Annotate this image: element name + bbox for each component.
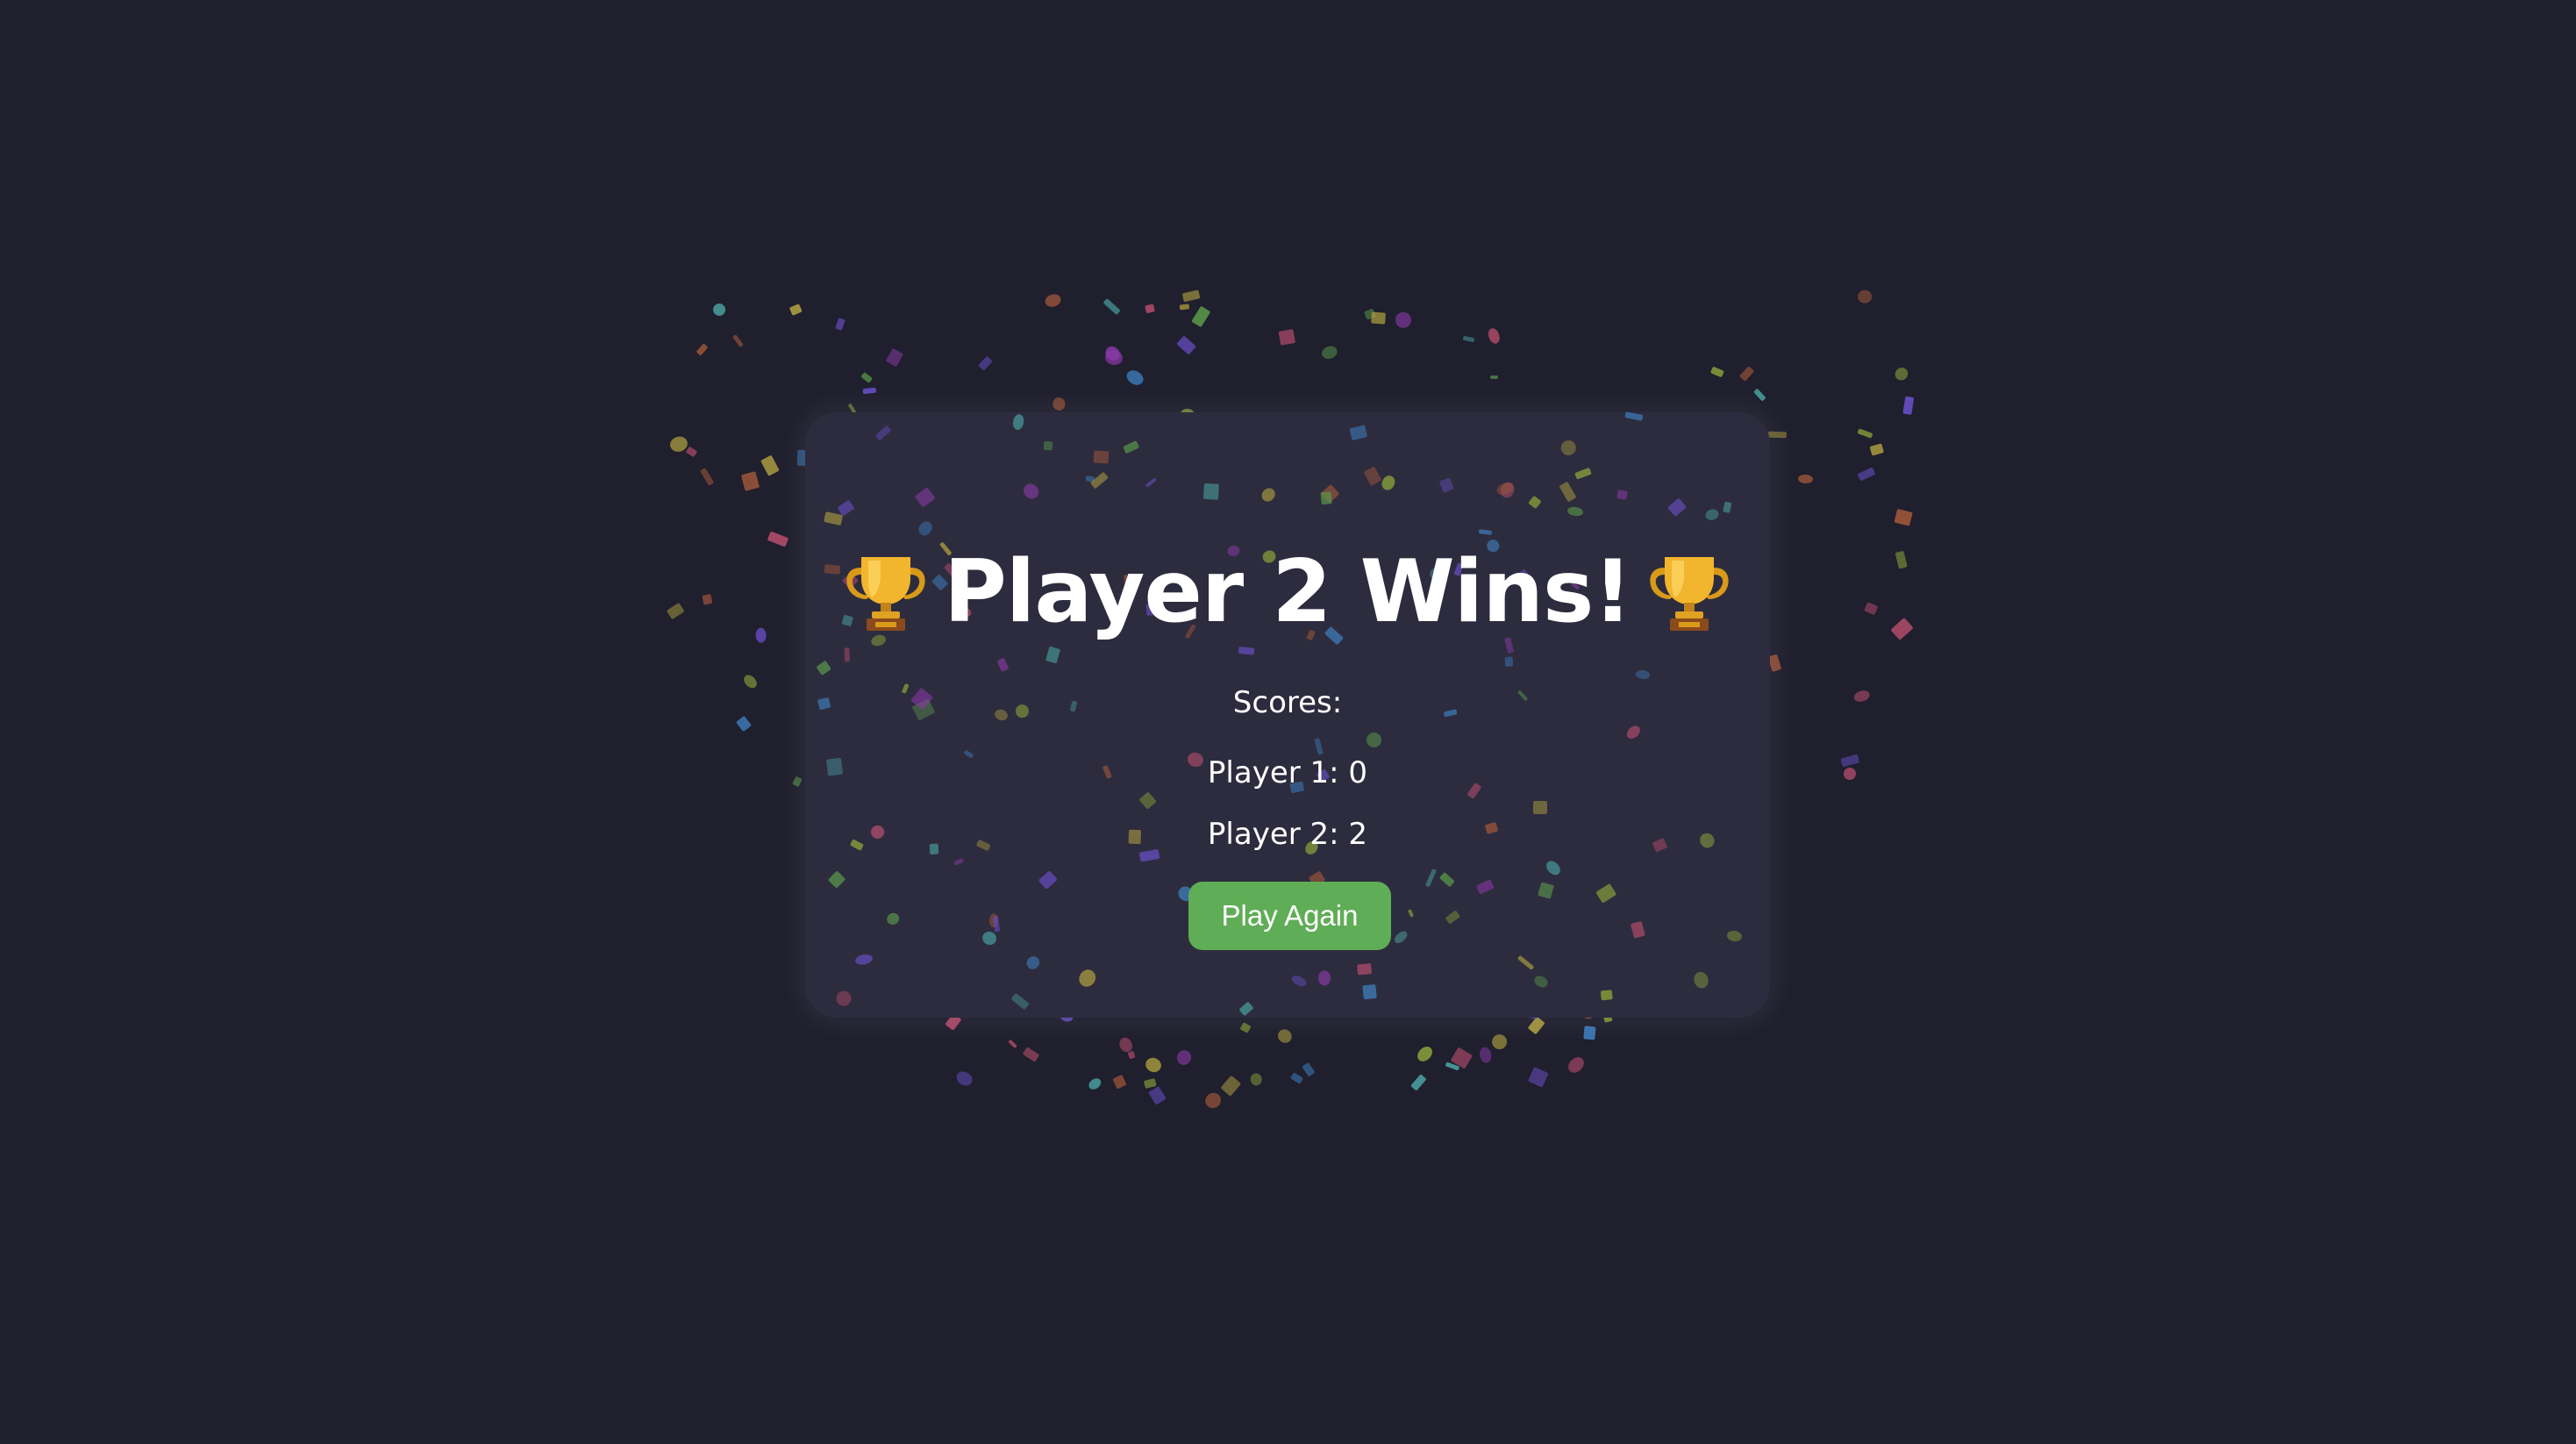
confetti-piece — [1767, 431, 1787, 439]
confetti-piece — [1023, 1047, 1040, 1062]
confetti-piece — [735, 716, 752, 733]
confetti-piece — [835, 317, 846, 331]
confetti-piece — [1087, 1076, 1103, 1092]
result-content: Player 2 Wins! Scores: Player 1: 0 Playe… — [805, 412, 1770, 1018]
player-2-score: Player 2: 2 — [1207, 817, 1368, 852]
confetti-piece — [1363, 308, 1377, 321]
confetti-piece — [1143, 1055, 1164, 1076]
confetti-piece — [1117, 1035, 1135, 1055]
confetti-piece — [1858, 467, 1876, 482]
confetti-piece — [978, 356, 993, 372]
confetti-piece — [1488, 1031, 1510, 1053]
trophy-icon — [1645, 548, 1733, 636]
confetti-piece — [1902, 396, 1915, 415]
confetti-piece — [1007, 1039, 1017, 1049]
confetti-piece — [1527, 1066, 1549, 1088]
title-row: Player 2 Wins! — [805, 544, 1770, 640]
confetti-piece — [1797, 474, 1814, 484]
confetti-piece — [1768, 654, 1782, 672]
confetti-piece — [1869, 443, 1885, 456]
confetti-piece — [1894, 508, 1913, 526]
confetti-piece — [1527, 1016, 1545, 1035]
confetti-piece — [1842, 766, 1858, 782]
confetti-piece — [1190, 305, 1210, 327]
confetti-piece — [1462, 335, 1475, 342]
confetti-piece — [1102, 297, 1121, 316]
confetti-piece — [953, 1069, 975, 1090]
confetti-piece — [1127, 1050, 1136, 1060]
confetti-piece — [696, 343, 709, 356]
confetti-piece — [710, 301, 728, 319]
confetti-piece — [1202, 1090, 1224, 1112]
scores-heading: Scores: — [1232, 685, 1343, 720]
trophy-icon — [842, 548, 930, 636]
confetti-piece — [1895, 550, 1909, 569]
confetti-piece — [1220, 1075, 1242, 1097]
confetti-piece — [685, 446, 697, 457]
confetti-piece — [701, 594, 713, 605]
confetti-piece — [1278, 328, 1295, 346]
confetti-piece — [755, 627, 767, 643]
confetti-piece — [1889, 617, 1914, 640]
confetti-piece — [1181, 289, 1201, 302]
confetti-piece — [1450, 1047, 1473, 1069]
confetti-piece — [1864, 602, 1879, 615]
confetti-piece — [1249, 1072, 1263, 1087]
confetti-piece — [1044, 292, 1062, 309]
confetti-piece — [1445, 1062, 1460, 1071]
confetti-piece — [1289, 1071, 1303, 1084]
confetti-piece — [1839, 754, 1859, 768]
confetti-piece — [1144, 304, 1155, 314]
confetti-piece — [1147, 1086, 1167, 1106]
confetti-piece — [1891, 364, 1910, 383]
confetti-piece — [1143, 1077, 1157, 1089]
confetti-piece — [1489, 375, 1498, 380]
confetti-piece — [886, 347, 904, 367]
confetti-piece — [1709, 366, 1724, 378]
confetti-piece — [1124, 368, 1146, 389]
confetti-piece — [1051, 396, 1067, 412]
confetti-piece — [1179, 304, 1190, 311]
confetti-piece — [1486, 326, 1502, 346]
confetti-piece — [1371, 311, 1387, 325]
confetti-piece — [1239, 1021, 1252, 1033]
winner-title: Player 2 Wins! — [943, 542, 1632, 642]
confetti-piece — [1565, 1053, 1588, 1076]
game-over-screen: Player 2 Wins! Scores: Player 1: 0 Playe… — [0, 0, 2576, 1444]
confetti-piece — [699, 468, 715, 487]
confetti-piece — [863, 387, 877, 395]
confetti-piece — [1174, 1047, 1194, 1068]
confetti-piece — [666, 602, 685, 620]
confetti-piece — [1478, 1046, 1493, 1064]
confetti-piece — [1274, 1026, 1295, 1047]
confetti-piece — [1583, 1025, 1596, 1040]
confetti-piece — [860, 371, 874, 383]
confetti-piece — [1852, 689, 1872, 704]
confetti-piece — [1103, 348, 1124, 367]
confetti-piece — [1857, 290, 1873, 304]
play-again-button[interactable]: Play Again — [1188, 882, 1391, 950]
confetti-piece — [1738, 366, 1755, 382]
confetti-piece — [1410, 1074, 1427, 1091]
confetti-piece — [1112, 1075, 1127, 1090]
confetti-piece — [1301, 1062, 1316, 1077]
confetti-piece — [731, 333, 744, 347]
confetti-piece — [1857, 428, 1873, 439]
confetti-piece — [1320, 344, 1340, 361]
confetti-piece — [788, 303, 803, 316]
confetti-piece — [740, 470, 760, 491]
confetti-piece — [741, 672, 760, 690]
player-1-score: Player 1: 0 — [1207, 755, 1368, 790]
confetti-piece — [1176, 335, 1197, 355]
confetti-piece — [1102, 343, 1123, 364]
confetti-piece — [760, 454, 780, 476]
confetti-piece — [767, 531, 789, 547]
confetti-piece — [1752, 389, 1766, 402]
confetti-piece — [1393, 309, 1415, 332]
confetti-piece — [792, 776, 803, 788]
confetti-piece — [668, 434, 690, 454]
confetti-piece — [1414, 1043, 1436, 1064]
